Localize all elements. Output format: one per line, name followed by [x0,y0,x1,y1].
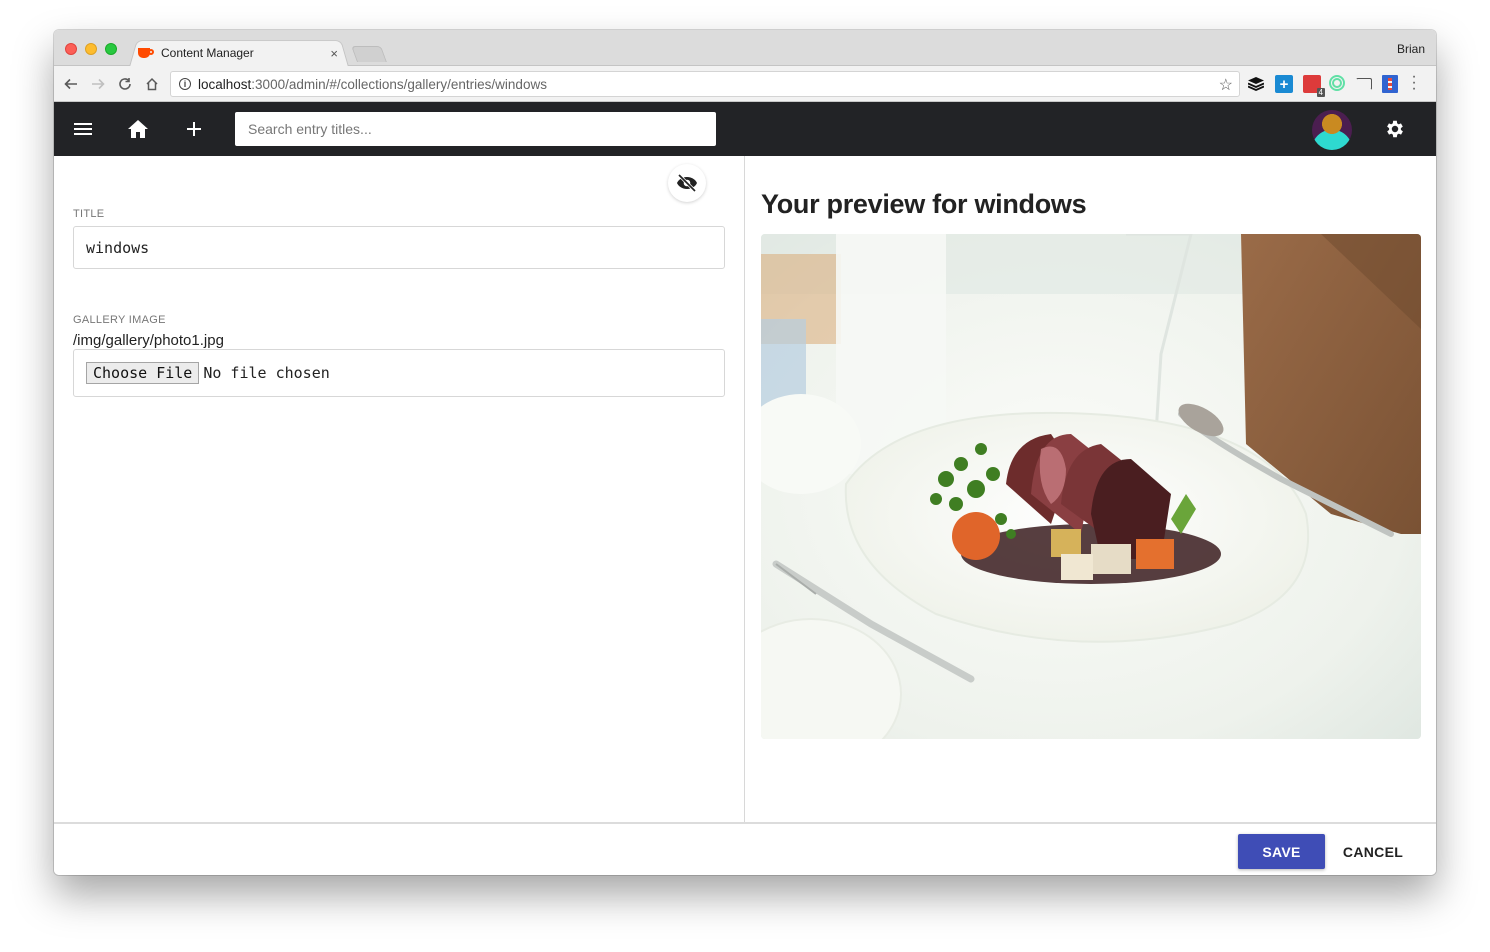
minimize-window-button[interactable] [85,43,97,55]
gallery-image-label: Gallery Image [73,314,166,326]
bookmark-star-icon[interactable]: ☆ [1219,75,1233,95]
editor-pane: Title Gallery Image /img/gallery/photo1.… [54,156,745,822]
preview-heading: Your preview for windows [761,189,1087,219]
title-label: Title [73,208,105,220]
search-input[interactable] [235,112,716,146]
profile-name[interactable]: Brian [1397,42,1425,56]
browser-tab-content[interactable]: Content Manager × [138,43,348,63]
forward-arrow-icon[interactable] [87,73,109,95]
add-entry-icon[interactable] [182,117,206,141]
choose-file-button[interactable]: Choose File [86,362,200,384]
tab-close-icon[interactable]: × [330,46,338,61]
gear-icon[interactable] [1383,117,1407,141]
coffee-cup-icon [138,47,154,59]
info-icon[interactable]: i [179,78,191,90]
close-window-button[interactable] [65,43,77,55]
food-photo-illustration [761,234,1421,739]
file-input[interactable]: Choose File No file chosen [73,349,725,397]
tab-title: Content Manager [161,46,254,60]
cast-icon[interactable] [1355,75,1373,93]
no-file-text: No file chosen [203,364,330,382]
calendar-extension-icon[interactable]: 4 [1303,75,1325,97]
tab-bar: Content Manager × Brian [54,30,1436,67]
editor-footer: SAVE CANCEL [54,822,1436,875]
menu-icon[interactable] [71,117,95,141]
url-host: localhost [198,76,252,92]
reload-icon[interactable] [114,73,136,95]
layers-icon[interactable] [1247,75,1265,93]
browser-menu-icon[interactable]: · · · [1411,69,1417,97]
cancel-button[interactable]: CANCEL [1337,834,1409,869]
maximize-window-button[interactable] [105,43,117,55]
url-path: :3000/admin/#/collections/gallery/entrie… [251,76,547,92]
toggle-preview-button[interactable] [668,164,706,202]
plus-extension-icon[interactable]: + [1275,75,1293,93]
home-icon[interactable] [126,117,150,141]
title-input[interactable] [73,226,725,269]
app-header [54,102,1436,156]
preview-pane: Your preview for windows [746,156,1436,822]
address-bar[interactable]: i localhost:3000/admin/#/collections/gal… [170,71,1240,97]
avatar[interactable] [1312,110,1352,150]
gallery-image-path: /img/gallery/photo1.jpg [73,332,224,349]
save-button[interactable]: SAVE [1238,834,1325,869]
calendar-badge: 4 [1316,88,1325,97]
back-arrow-icon[interactable] [60,73,82,95]
browser-toolbar: i localhost:3000/admin/#/collections/gal… [54,66,1436,102]
home-outline-icon[interactable] [141,73,163,95]
eye-off-icon [677,174,697,192]
radar-extension-icon[interactable] [1329,75,1345,91]
lighthouse-extension-icon[interactable] [1382,75,1398,93]
browser-window: Content Manager × Brian i localhost:3000… [54,30,1436,875]
preview-image [761,234,1421,739]
new-tab-button[interactable] [351,46,387,62]
